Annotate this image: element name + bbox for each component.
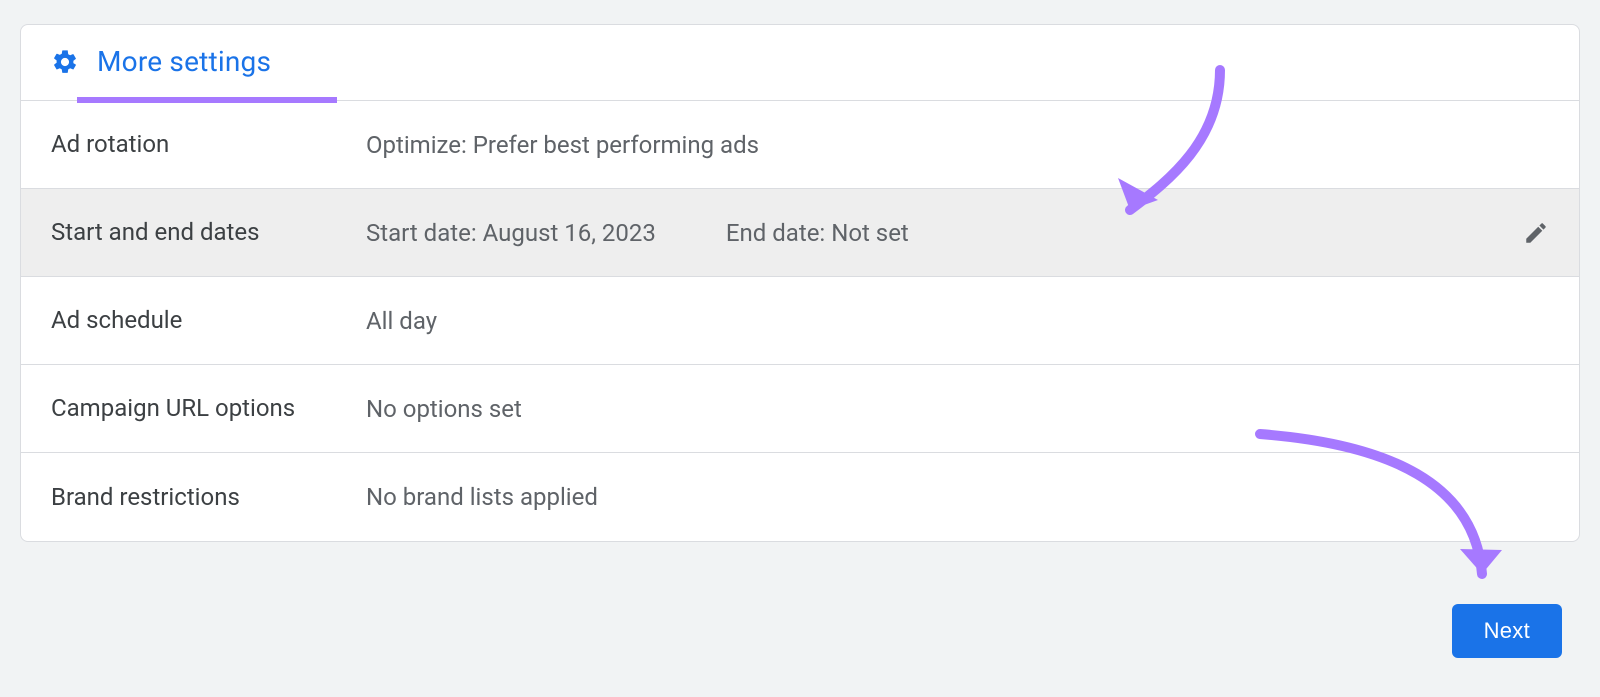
pencil-icon[interactable] <box>1523 220 1549 246</box>
ad-rotation-value: Optimize: Prefer best performing ads <box>366 131 1549 159</box>
annotation-underline <box>77 97 337 103</box>
ad-rotation-label: Ad rotation <box>51 128 366 160</box>
start-end-dates-row[interactable]: Start and end dates Start date: August 1… <box>21 189 1579 277</box>
campaign-url-value: No options set <box>366 395 1549 423</box>
ad-schedule-value: All day <box>366 307 1549 335</box>
more-settings-title: More settings <box>97 45 271 78</box>
more-settings-header[interactable]: More settings <box>21 25 1579 101</box>
next-button[interactable]: Next <box>1452 604 1562 658</box>
brand-restrictions-row[interactable]: Brand restrictions No brand lists applie… <box>21 453 1579 541</box>
ad-schedule-label: Ad schedule <box>51 304 366 336</box>
campaign-url-row[interactable]: Campaign URL options No options set <box>21 365 1579 453</box>
campaign-url-label: Campaign URL options <box>51 392 366 424</box>
brand-restrictions-label: Brand restrictions <box>51 481 366 513</box>
start-end-dates-value: Start date: August 16, 2023 End date: No… <box>366 219 1501 247</box>
ad-schedule-row[interactable]: Ad schedule All day <box>21 277 1579 365</box>
start-date-value: Start date: August 16, 2023 <box>366 219 656 247</box>
end-date-value: End date: Not set <box>726 219 909 247</box>
gear-icon <box>51 48 79 76</box>
start-end-dates-label: Start and end dates <box>51 216 366 248</box>
brand-restrictions-value: No brand lists applied <box>366 483 1549 511</box>
ad-rotation-row[interactable]: Ad rotation Optimize: Prefer best perfor… <box>21 101 1579 189</box>
more-settings-card: More settings Ad rotation Optimize: Pref… <box>20 24 1580 542</box>
